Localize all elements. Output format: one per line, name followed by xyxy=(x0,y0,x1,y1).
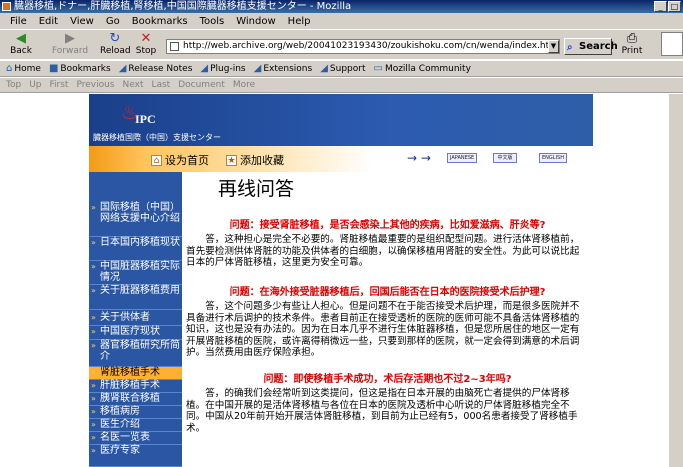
forward-arrow-icon: ▶ xyxy=(65,31,75,46)
sitenav-previous[interactable]: Previous xyxy=(76,80,114,90)
qa-main: 再线问答 问题：接受肾脏移植，是否会感染上其他的疾病，比如爱滋病、肝炎等? 答，… xyxy=(182,172,593,467)
url-text: http://web.archive.org/web/2004102319343… xyxy=(183,41,558,51)
site-banner: ♨ IPC 臓器移植国際（中国）支援センター xyxy=(89,94,593,146)
stop-button[interactable]: ✕ Stop xyxy=(134,32,158,58)
menu-go[interactable]: Go xyxy=(106,16,120,27)
link-icon: ◢ xyxy=(320,63,328,74)
menu-tools[interactable]: Tools xyxy=(200,16,225,27)
english-button[interactable]: ENGLISH xyxy=(539,153,567,163)
personal-toolbar: ⌂ Home ■ Bookmarks ◢ Release Notes ◢ Plug-in… xyxy=(0,60,683,77)
url-field[interactable]: http://web.archive.org/web/2004102319343… xyxy=(166,39,560,54)
maximize-button[interactable]: □ xyxy=(668,1,681,12)
sidebar-item-medical-status[interactable]: 中国医疗现状 xyxy=(89,326,182,340)
home-icon: ⌂ xyxy=(6,63,13,74)
site-navigation-bar: Top Up First Previous Next Last Document… xyxy=(0,78,683,93)
stop-icon: ✕ xyxy=(140,31,152,46)
add-favorite-link[interactable]: ★ 添加收藏 xyxy=(226,152,284,168)
support-link[interactable]: ◢ Support xyxy=(320,63,365,74)
sidebar-menu: 国际移植（中国）网络支援中心介绍 日本国内移植现状 中国脏器移植实际情况 关于脏… xyxy=(89,172,182,467)
sidebar-item-pancreas-kidney[interactable]: 胰肾联合移植 xyxy=(89,393,182,406)
bookmark-icon: ■ xyxy=(48,63,59,74)
sidebar-item-institute[interactable]: 器官移植研究所简介 xyxy=(89,340,182,367)
page-icon xyxy=(170,42,179,51)
menu-window[interactable]: Window xyxy=(236,16,275,27)
minimize-button[interactable]: _ xyxy=(654,1,667,12)
sidebar-item-famous-doctors[interactable]: 名医一览表 xyxy=(89,432,182,445)
extensions-link[interactable]: ◢ Extensions xyxy=(254,63,313,74)
sidebar-item-doctors[interactable]: 医生介绍 xyxy=(89,419,182,432)
page-title: 再线问答 xyxy=(218,178,295,200)
question-3: 问题：即使移植手术成功，术后存活期也不过2~3年吗? xyxy=(263,374,512,385)
quick-links-bar: ⌂ 设为首页 ★ 添加收藏 → → JAPANESE 中文版 ENGLISH xyxy=(89,146,593,172)
print-button[interactable]: ⎙ Print xyxy=(618,31,646,57)
window-title: 臓器移植,ドナー,肝臓移植,腎移植,中国国際臓器移植支援センター - Mozil… xyxy=(14,1,352,12)
menu-edit[interactable]: Edit xyxy=(39,16,58,27)
chevron-down-icon: ▼ xyxy=(550,42,557,50)
arrows-icon: → → xyxy=(407,151,431,165)
search-button[interactable]: ⌕ Search xyxy=(564,38,618,55)
sitenav-more[interactable]: More xyxy=(233,80,255,90)
menu-bar: File Edit View Go Bookmarks Tools Window… xyxy=(0,13,683,29)
link-icon: ◢ xyxy=(200,63,209,74)
sidebar-item-kidney-surgery[interactable]: 肾脏移植手术 xyxy=(89,367,182,380)
ipc-logo: ♨ IPC xyxy=(121,100,156,126)
sitenav-last[interactable]: Last xyxy=(151,80,170,90)
answer-3: 答，的确我们会经常听到这类提问，但这是指在日本开展的由脑死亡者提供的尸体肾移植。… xyxy=(186,388,578,434)
sidebar-item-ward[interactable]: 移植病房 xyxy=(89,406,182,419)
question-2: 问题：在海外接受脏器移植后，回国后能否在日本的医院接受术后护理? xyxy=(229,287,546,298)
plugins-link[interactable]: ◢ Plug-ins xyxy=(200,63,245,74)
banner-subtitle: 臓器移植国際（中国）支援センター xyxy=(93,133,221,142)
menu-bookmarks[interactable]: Bookmarks xyxy=(132,16,188,27)
menu-file[interactable]: File xyxy=(10,16,27,27)
sitenav-first[interactable]: First xyxy=(50,80,69,90)
favorite-icon: ★ xyxy=(226,154,237,166)
sitenav-up[interactable]: Up xyxy=(29,80,41,90)
sitenav-next[interactable]: Next xyxy=(123,80,144,90)
reload-icon: ↻ xyxy=(109,31,121,46)
question-1: 问题：接受肾脏移植，是否会感染上其他的疾病，比如爱滋病、肝炎等? xyxy=(229,220,546,231)
chinese-button[interactable]: 中文版 xyxy=(493,153,517,163)
mozilla-community-link[interactable]: ▭ Mozilla Community xyxy=(373,63,470,74)
navigation-toolbar: ◀ Back ▶ Forward ↻ Reload ✕ Stop http://… xyxy=(0,29,683,59)
link-icon: ◢ xyxy=(118,63,127,74)
url-dropdown-button[interactable]: ▼ xyxy=(548,40,559,53)
back-button[interactable]: ◀ Back xyxy=(6,32,36,58)
sitenav-top[interactable]: Top xyxy=(6,80,21,90)
answer-2: 答，这个问题多少有些让人担心。但是问题不在于能否接受术后护理，而是很多医院并不具… xyxy=(186,301,580,358)
home-link[interactable]: ⌂ Home xyxy=(6,63,41,74)
window-titlebar: 臓器移植,ドナー,肝臓移植,腎移植,中国国際臓器移植支援センター - Mozil… xyxy=(0,0,683,13)
back-arrow-icon: ◀ xyxy=(16,31,26,46)
sidebar-item-china-status[interactable]: 中国脏器移植实际情况 xyxy=(89,261,182,285)
sidebar-item-donors[interactable]: 关于供体者 xyxy=(89,310,182,326)
throbber[interactable] xyxy=(661,32,683,56)
page-content: ♨ IPC 臓器移植国際（中国）支援センター ⌂ 设为首页 ★ 添加收藏 → →… xyxy=(0,94,683,467)
sidebar-item-japan-status[interactable]: 日本国内移植现状 xyxy=(89,237,182,261)
window-controls: _ □ xyxy=(654,1,681,12)
japanese-button[interactable]: JAPANESE xyxy=(447,153,477,163)
release-notes-link[interactable]: ◢ Release Notes xyxy=(119,63,193,74)
page-scrollbar[interactable] xyxy=(669,94,683,467)
forward-button[interactable]: ▶ Forward xyxy=(50,32,90,58)
search-icon: ⌕ xyxy=(567,42,573,53)
bookmarks-link[interactable]: ■ Bookmarks xyxy=(49,63,111,74)
mozilla-app-icon xyxy=(2,2,11,11)
set-homepage-link[interactable]: ⌂ 设为首页 xyxy=(151,152,209,168)
sidebar-item-liver-surgery[interactable]: 肝脏移植手术 xyxy=(89,380,182,393)
answer-1: 答，这种担心是完全不必要的。肾脏移植最重要的是组织配型问题。进行活体肾移植前，首… xyxy=(186,234,580,268)
link-icon: ◢ xyxy=(253,63,262,74)
menu-view[interactable]: View xyxy=(70,16,94,27)
sidebar-item-fees[interactable]: 关于脏器移植费用 xyxy=(89,285,182,310)
sitenav-document[interactable]: Document xyxy=(178,80,225,90)
sidebar-item-experts[interactable]: 医疗专家 xyxy=(89,445,182,467)
menu-help[interactable]: Help xyxy=(288,16,311,27)
printer-icon: ⎙ xyxy=(626,31,638,46)
sidebar-item-center-intro[interactable]: 国际移植（中国）网络支援中心介绍 xyxy=(89,202,182,237)
reload-button[interactable]: ↻ Reload xyxy=(100,31,131,58)
folder-icon: ▭ xyxy=(373,63,383,74)
homepage-icon: ⌂ xyxy=(151,154,162,166)
